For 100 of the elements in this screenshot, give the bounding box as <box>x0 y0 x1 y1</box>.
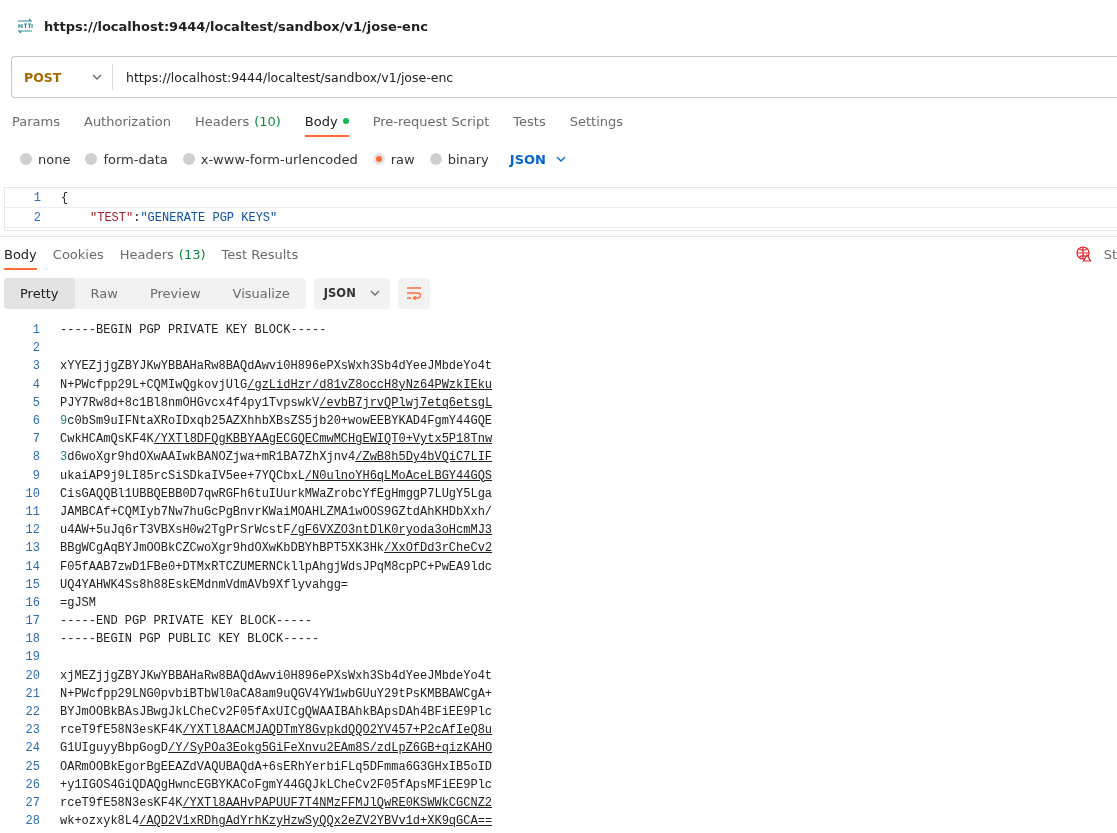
line-number: 16 <box>24 595 41 610</box>
request-tab[interactable]: Pre-request Script <box>372 107 490 137</box>
code-line: BBgWCgAqBYJmOOBkCZCwoXgr9hdOXwKbDBYhBPT5XK3Hk/XxOfDd3rCheCv2 <box>60 541 493 556</box>
globe-warning-icon[interactable] <box>1075 246 1092 262</box>
code-link[interactable]: /YXTl8AAHvPAPUUF7T4NMzFFMJlQwRE0KSWWkCGCNZ2 <box>182 795 493 810</box>
radio-button[interactable] <box>429 153 442 165</box>
code-link[interactable]: /AQD2V1xRDhgAdYrhKzyHzwSyQQx2eZV2YBVv1d+XK9qGCA== <box>139 814 493 829</box>
request-tab[interactable]: Params <box>12 107 60 137</box>
request-tab[interactable]: Authorization <box>84 107 172 137</box>
line-number: 18 <box>24 632 41 647</box>
line-number: 1 <box>32 190 42 205</box>
line-number: 26 <box>24 777 41 792</box>
response-tab[interactable]: Cookies <box>52 240 104 270</box>
line-number: 10 <box>24 486 41 501</box>
code-line: OARmOOBkEgorBgEEAZdVAQUBAQdA+6sERhYerbiFLq5DFmma6G3GHxIB5oID <box>60 759 493 774</box>
code-line: CwkHCAmQsKF4K/YXTl8DFQgKBBYAAgECGQECmwMCHgEWIQT0+Vytx5P18Tnw <box>60 432 493 447</box>
format-dropdown[interactable]: JSON <box>313 277 390 309</box>
view-mode-tab[interactable]: Pretty <box>4 277 75 309</box>
code-link[interactable]: /gF6VXZO3ntDlK0ryoda3oHcmMJ3 <box>290 523 493 538</box>
radio-label[interactable]: form-data <box>103 151 168 167</box>
tab-count: (10) <box>254 113 281 129</box>
wrap-icon <box>405 286 422 300</box>
line-number: 14 <box>24 559 41 574</box>
chevron-down-icon <box>92 74 102 80</box>
line-number: 24 <box>24 741 41 756</box>
format-dropdown[interactable]: JSON <box>503 150 572 168</box>
code-line: -----BEGIN PGP PUBLIC KEY BLOCK----- <box>60 632 320 647</box>
line-number: 22 <box>24 705 41 720</box>
code-line: rceT9fE58N3esKF4K/YXTl8AACMJAQDTmY8GvpkdQQO2YV457+P2cAfIeQ8u <box>60 723 493 738</box>
code-link[interactable]: /YXTl8AACMJAQDTmY8GvpkdQQO2YV457+P2cAfIeQ8u <box>182 723 493 738</box>
line-number: 12 <box>24 523 41 538</box>
code-line: CisGAQQBl1UBBQEBB0D7qwRGFh6tuIUurkMWaZrobcYfEgHmggP7LUgY5Lga <box>60 486 493 501</box>
request-tab[interactable]: Settings <box>569 107 623 137</box>
code-link[interactable]: /XxOfDd3rCheCv2 <box>384 541 493 556</box>
line-number: 6 <box>31 414 41 429</box>
code-link[interactable]: /N0ulnoYH6qLMoAceLBGY44GQS <box>304 468 493 483</box>
line-number: 20 <box>24 668 41 683</box>
view-mode-tab[interactable]: Visualize <box>216 277 306 309</box>
code-line: ukaiAP9j9LI85rcSiSDkaIV5ee+7YQCbxL/N0ulnoYH6qLMoAceLBGY44GQS <box>60 468 493 483</box>
line-number: 15 <box>24 577 41 592</box>
code-line: u4AW+5uJq6rT3VBXsH0w2TgPrSrWcstF/gF6VXZO3ntDlK0ryoda3oHcmMJ3 <box>60 523 493 538</box>
radio-label[interactable]: raw <box>390 151 415 167</box>
view-mode-tab[interactable]: Preview <box>133 277 217 309</box>
line-number: 3 <box>31 359 41 374</box>
code-line: G1UIguyyBbpGogD/Y/SyPOa3Eokg5GiFeXnvu2EAm8S/zdLpZ6GB+qizKAHO <box>60 741 493 756</box>
code-link[interactable]: /Y/SyPOa3Eokg5GiFeXnvu2EAm8S/zdLpZ6GB+qizKAHO <box>168 741 493 756</box>
code-line: { <box>61 190 69 205</box>
chevron-down-icon <box>555 156 566 162</box>
response-tab[interactable]: Test Results <box>221 240 299 270</box>
line-number: 7 <box>31 432 41 447</box>
radio-button[interactable] <box>372 153 385 165</box>
line-number: 2 <box>32 210 42 225</box>
url-field[interactable]: https://localhost:9444/localtest/sandbox/v1/jose-enc <box>113 69 454 85</box>
radio-button[interactable] <box>85 153 98 165</box>
code-line: +y1IGOS4GiQDAQgHwncEGBYKACoFgmY44GQJkLCheCv2F05fApsMFiEE9Plc <box>60 777 493 792</box>
code-line: -----BEGIN PGP PRIVATE KEY BLOCK----- <box>60 323 327 338</box>
radio-button[interactable] <box>182 153 195 165</box>
line-number: 2 <box>31 341 41 356</box>
code-line: wk+ozxyk8L4/AQD2V1xRDhgAdYrhKzyHzwSyQQx2eZV2YBVv1d+XK9qGCA== <box>60 814 493 829</box>
code-link[interactable]: /evbB7jrvQPlwj7etq6etsgL <box>319 395 493 410</box>
request-tab[interactable]: Body <box>304 107 349 137</box>
response-tab[interactable]: Body <box>4 240 37 270</box>
code-link[interactable]: /YXTl8DFQgKBBYAAgECGQECmwMCHgEWIQT0+Vytx5P18Tnw <box>153 432 493 447</box>
radio-label[interactable]: binary <box>447 151 489 167</box>
code-editor[interactable]: 1 { 2 "TEST":"GENERATE PGP KEYS" <box>4 187 1117 231</box>
line-number: 17 <box>24 614 41 629</box>
request-tab[interactable]: Tests <box>513 107 546 137</box>
line-number: 8 <box>31 450 41 465</box>
request-title: https://localhost:9444/localtest/sandbox/v1/jose-enc <box>44 18 428 34</box>
line-number: 27 <box>24 795 41 810</box>
response-tab[interactable]: Headers (13) <box>119 240 206 270</box>
radio-label[interactable]: x-www-form-urlencoded <box>200 151 358 167</box>
chevron-down-icon <box>369 290 380 296</box>
line-number: 13 <box>24 541 41 556</box>
line-number: 28 <box>24 814 41 829</box>
code-line: -----END PGP PRIVATE KEY BLOCK----- <box>60 614 313 629</box>
code-line: 9c0bSm9uIFNtaXRoIDxqb25AZXhhbXBsZS5jb20+wowEEBYKAD4FgmY44GQE <box>60 414 493 429</box>
method-dropdown[interactable]: POST <box>12 57 112 97</box>
code-line: rceT9fE58N3esKF4K/YXTl8AAHvPAPUUF7T4NMzFFMJlQwRE0KSWWkCGCNZ2 <box>60 795 493 810</box>
line-number: 23 <box>24 723 41 738</box>
radio-button[interactable] <box>20 153 32 165</box>
code-link[interactable]: /gzLidHzr/d81vZ8occH8yNz64PWzkIEku <box>247 377 493 392</box>
code-line: JAMBCAf+CQMIyb7Nw7huGcPgBnvrKWaiMOAHLZMA1wOOS9GZtdAhKHDbXxh/ <box>60 504 493 519</box>
line-number: 1 <box>31 323 41 338</box>
code-line: xYYEZjjgZBYJKwYBBAHaRw8BAQdAwvi0H896ePXsWxh3Sb4dYeeJMbdeYo4t <box>60 359 493 374</box>
request-tab[interactable]: Headers (10) <box>195 107 281 137</box>
code-line: N+PWcfpp29L+CQMIwQgkovjUlG/gzLidHzr/d81vZ8occH8yNz64PWzkIEku <box>60 377 493 392</box>
code-link[interactable]: /ZwB8h5Dy4bVQiC7LIF <box>355 450 493 465</box>
radio-label[interactable]: none <box>38 151 71 167</box>
tab-count: (13) <box>178 246 206 262</box>
code-line: UQ4YAHWK4Ss8h88EskEMdnmVdmAVb9Xflyvahgg= <box>60 577 349 592</box>
line-number: 4 <box>31 377 41 392</box>
code-line: 3d6woXgr9hdOXwAAIwkBANOZjwa+mR1BA7ZhXjnv4/ZwB8h5Dy4bVQiC7LIF <box>60 450 493 465</box>
line-number: 25 <box>24 759 41 774</box>
code-line: "TEST":"GENERATE PGP KEYS" <box>89 210 278 225</box>
code-line: =gJSM <box>60 595 96 610</box>
view-mode-tab[interactable]: Raw <box>74 277 134 309</box>
line-number: 5 <box>31 395 41 410</box>
wrap-lines-button[interactable] <box>397 277 430 309</box>
http-icon <box>16 18 34 34</box>
